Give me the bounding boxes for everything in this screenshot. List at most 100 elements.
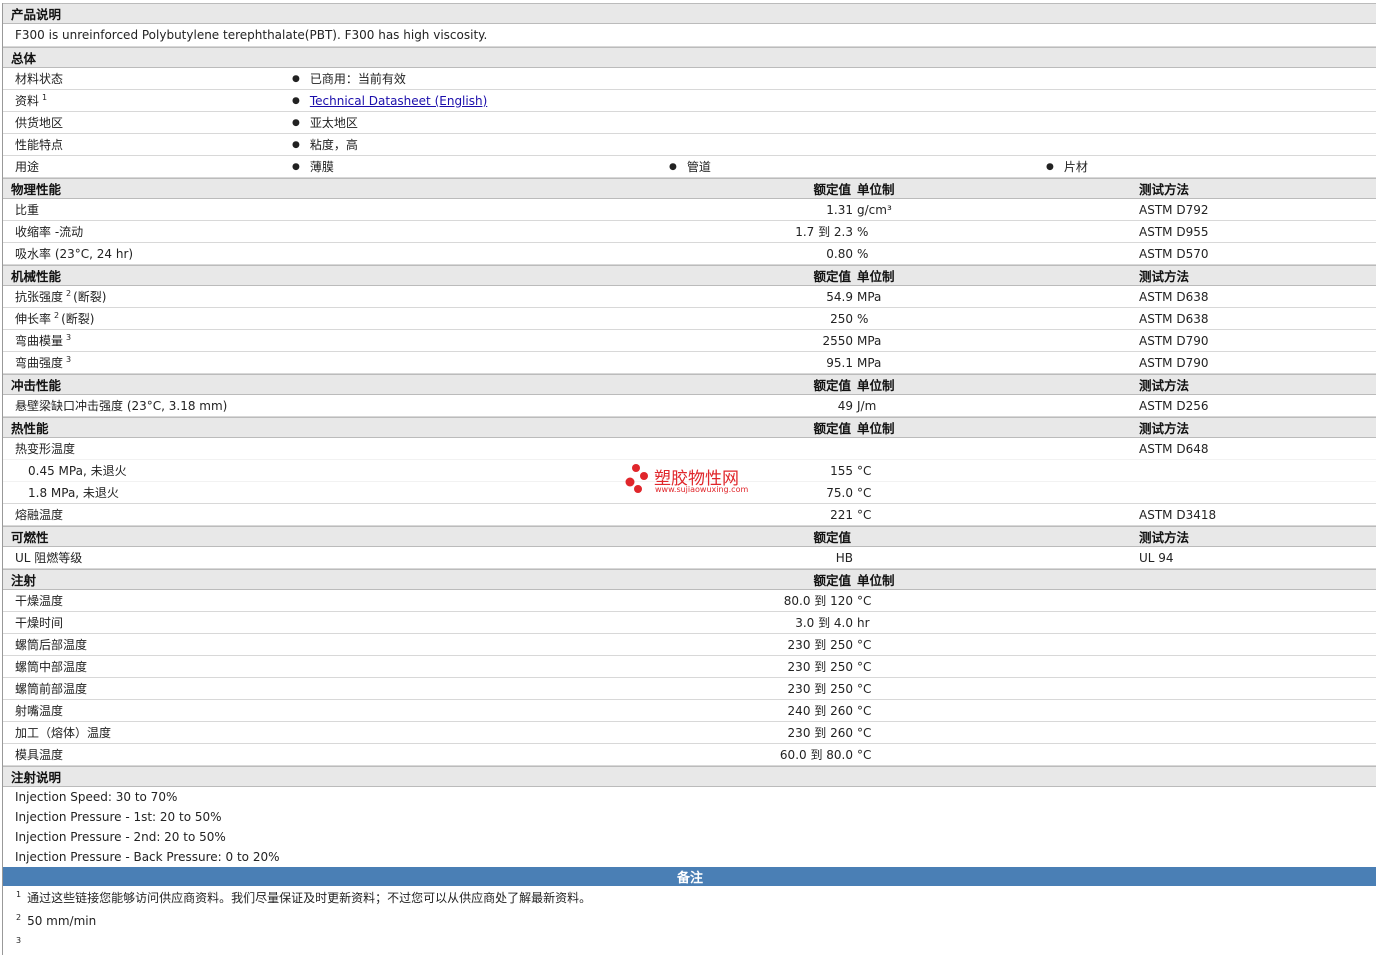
- injection-note-line: Injection Pressure - 2nd: 20 to 50%: [15, 830, 226, 844]
- row-label: 1.8 MPa, 未退火: [28, 486, 119, 500]
- property-row: 螺筒前部温度 230 到 250 °C: [3, 678, 1376, 700]
- property-subrow: 1.8 MPa, 未退火 75.0 °C: [3, 482, 1376, 504]
- row-unit: °C: [857, 485, 872, 500]
- property-row: 干燥温度 80.0 到 120 °C: [3, 590, 1376, 612]
- footnote: 2 50 mm/min: [3, 909, 1376, 932]
- row-unit: °C: [857, 681, 872, 696]
- use-item: ● 片材: [1046, 156, 1088, 177]
- section-header-injection: 注射 额定值 单位制: [3, 569, 1376, 590]
- row-unit: °C: [857, 637, 872, 652]
- row-value: 1.7 到 2.3: [795, 225, 853, 239]
- technical-datasheet-link[interactable]: Technical Datasheet (English): [310, 94, 487, 108]
- row-label: 熔融温度: [15, 508, 64, 522]
- property-row: 吸水率 (23°C, 24 hr) 0.80 % ASTM D570: [3, 243, 1376, 265]
- remarks-banner: 备注: [3, 867, 1376, 886]
- col-header-test: 测试方法: [1139, 378, 1190, 393]
- row-test: ASTM D790: [1139, 355, 1209, 370]
- row-value: 3.0 到 4.0: [795, 616, 853, 630]
- row-unit: %: [857, 224, 869, 239]
- section-title: 注射说明: [11, 770, 62, 785]
- property-row: UL 阻燃等级 HB UL 94: [3, 547, 1376, 569]
- region-value: 亚太地区: [309, 116, 358, 130]
- row-test: ASTM D570: [1139, 246, 1209, 261]
- use-item: ● 薄膜: [292, 156, 334, 177]
- row-value: 60.0 到 80.0: [779, 748, 853, 762]
- label-suffix: (断裂): [61, 312, 95, 326]
- status-bullet: ● 已商用：当前有效: [292, 68, 406, 89]
- row-value: 250: [830, 311, 853, 326]
- row-unit: %: [857, 311, 869, 326]
- status-value: 已商用：当前有效: [309, 72, 406, 86]
- label-text: 伸长率: [15, 312, 52, 326]
- section-header-impact: 冲击性能 额定值 单位制 测试方法: [3, 374, 1376, 395]
- label-text: 弯曲模量: [15, 334, 64, 348]
- row-label: 材料状态: [15, 72, 64, 86]
- bullet-icon: ●: [292, 161, 300, 172]
- row-value: 0.80: [826, 246, 853, 261]
- row-label: 干燥温度: [15, 594, 64, 608]
- label-suffix: (断裂): [73, 290, 107, 304]
- row-uses: 用途 ● 薄膜 ● 管道 ● 片材: [3, 156, 1376, 178]
- row-value: 1.31: [826, 202, 853, 217]
- col-header-value: 额定值: [813, 269, 851, 284]
- section-title: 热性能: [11, 421, 49, 436]
- section-title: 物理性能: [11, 182, 62, 197]
- injection-note-line: Injection Pressure - Back Pressure: 0 to…: [15, 850, 280, 864]
- section-title: 产品说明: [11, 7, 62, 22]
- product-description: F300 is unreinforced Polybutylene tereph…: [3, 24, 1376, 47]
- bullet-icon: ●: [292, 139, 300, 150]
- row-unit: MPa: [857, 289, 882, 304]
- property-row: 收缩率 -流动 1.7 到 2.3 % ASTM D955: [3, 221, 1376, 243]
- footnote: 1 通过这些链接您能够访问供应商资料。我们尽量保证及时更新资料；不过您可以从供应…: [3, 886, 1376, 909]
- row-value: 230 到 250: [787, 660, 853, 674]
- row-label: 吸水率 (23°C, 24 hr): [15, 247, 134, 261]
- row-label: 热变形温度: [15, 442, 76, 456]
- label-text: 弯曲强度: [15, 356, 64, 370]
- row-value: 221: [830, 507, 853, 522]
- use-value: 薄膜: [309, 160, 334, 174]
- row-label: 用途: [15, 160, 40, 174]
- footnote-ref: 1: [42, 93, 48, 102]
- row-unit: hr: [857, 615, 870, 630]
- row-label: 射嘴温度: [15, 704, 64, 718]
- row-value: 95.1: [826, 355, 853, 370]
- row-value: 80.0 到 120: [783, 594, 853, 608]
- col-header-test: 测试方法: [1139, 269, 1190, 284]
- property-row: 伸长率 2 (断裂) 250 % ASTM D638: [3, 308, 1376, 330]
- section-title: 冲击性能: [11, 378, 62, 393]
- col-header-value: 额定值: [813, 182, 851, 197]
- row-test: ASTM D256: [1139, 398, 1209, 413]
- resource-label: 资料: [15, 94, 40, 108]
- section-title: 可燃性: [11, 530, 49, 545]
- row-label: 弯曲强度 3: [15, 352, 73, 373]
- row-unit: °C: [857, 659, 872, 674]
- row-unit: °C: [857, 747, 872, 762]
- property-row: 螺筒后部温度 230 到 250 °C: [3, 634, 1376, 656]
- footnote-ref: 2: [54, 311, 60, 320]
- property-row: 射嘴温度 240 到 260 °C: [3, 700, 1376, 722]
- section-title: 总体: [11, 51, 37, 66]
- row-value: 54.9: [826, 289, 853, 304]
- footnote-ref: 3: [66, 355, 72, 364]
- row-resource: 资料 1 ● Technical Datasheet (English): [3, 90, 1376, 112]
- row-label: 螺筒前部温度: [15, 682, 88, 696]
- features-bullet: ● 粘度，高: [292, 134, 358, 155]
- footnote-text: 50 mm/min: [27, 913, 97, 928]
- section-header-thermal: 热性能 额定值 单位制 测试方法: [3, 417, 1376, 438]
- col-header-unit: 单位制: [857, 421, 895, 436]
- row-unit: °C: [857, 507, 872, 522]
- row-label: 加工（熔体）温度: [15, 726, 112, 740]
- bullet-icon: ●: [292, 73, 300, 84]
- col-header-unit: 单位制: [857, 269, 895, 284]
- row-value: 230 到 250: [787, 682, 853, 696]
- row-value: 49: [837, 398, 853, 413]
- row-unit: °C: [857, 703, 872, 718]
- section-header-product-desc: 产品说明: [3, 3, 1376, 24]
- row-label: 干燥时间: [15, 616, 64, 630]
- property-row: 悬壁梁缺口冲击强度 (23°C, 3.18 mm) 49 J/m ASTM D2…: [3, 395, 1376, 417]
- use-value: 片材: [1063, 160, 1088, 174]
- section-header-general: 总体: [3, 47, 1376, 68]
- property-row: 弯曲强度 3 95.1 MPa ASTM D790: [3, 352, 1376, 374]
- row-test: ASTM D638: [1139, 311, 1209, 326]
- section-header-mechanical: 机械性能 额定值 单位制 测试方法: [3, 265, 1376, 286]
